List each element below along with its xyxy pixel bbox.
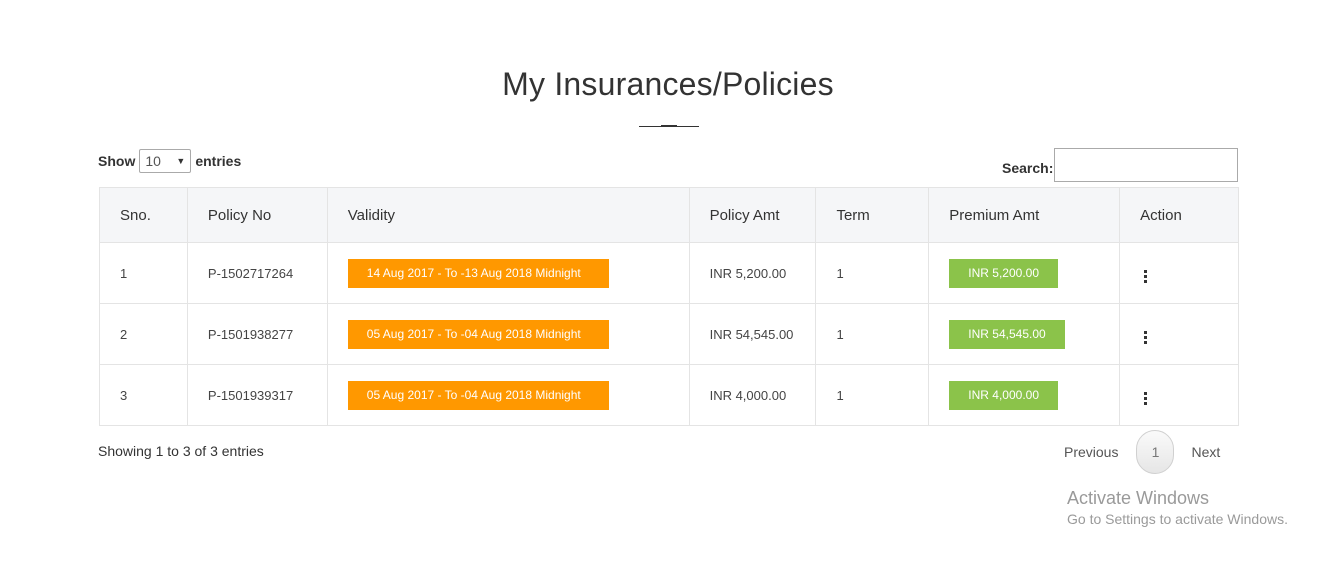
next-page-button[interactable]: Next — [1191, 444, 1220, 460]
page-title: My Insurances/Policies — [502, 66, 834, 102]
page-1-button[interactable]: 1 — [1136, 430, 1175, 474]
search-control: Search: — [1002, 148, 1239, 182]
previous-page-button[interactable]: Previous — [1064, 444, 1118, 460]
header-policy-amt[interactable]: Policy Amt — [688, 187, 817, 243]
header-term[interactable]: Term — [815, 187, 930, 243]
cell-term: 1 — [815, 303, 930, 365]
cell-validity: 05 Aug 2017 - To -04 Aug 2018 Midnight — [326, 303, 690, 365]
cell-policy-no: P-1501939317 — [186, 364, 328, 426]
cell-term: 1 — [815, 364, 930, 426]
table-header-row: Sno. Policy No Validity Policy Amt Term … — [99, 187, 1239, 243]
watermark-title: Activate Windows — [1067, 488, 1210, 508]
entries-per-page-select[interactable]: 10 ▼ — [139, 149, 192, 173]
kebab-menu-icon[interactable] — [1142, 268, 1149, 285]
header-sno[interactable]: Sno. — [99, 187, 188, 243]
cell-premium-amt: INR 54,545.00 — [928, 303, 1121, 365]
premium-badge: INR 54,545.00 — [949, 319, 1065, 349]
cell-policy-amt: INR 4,000.00 — [688, 364, 817, 426]
search-label: Search: — [1002, 160, 1054, 176]
activate-windows-watermark: Activate Windows Go to Settings to activ… — [1067, 488, 1288, 527]
table-row: 2 P-1501938277 05 Aug 2017 - To -04 Aug … — [99, 303, 1239, 365]
cell-premium-amt: INR 4,000.00 — [928, 364, 1121, 426]
table-row: 3 P-1501939317 05 Aug 2017 - To -04 Aug … — [99, 364, 1239, 426]
cell-action — [1119, 364, 1239, 426]
cell-action — [1119, 303, 1239, 365]
chevron-down-icon: ▼ — [176, 156, 186, 166]
watermark-subtitle: Go to Settings to activate Windows. — [1067, 511, 1288, 527]
cell-premium-amt: INR 5,200.00 — [928, 242, 1121, 304]
cell-validity: 05 Aug 2017 - To -04 Aug 2018 Midnight — [326, 364, 690, 426]
cell-policy-no: P-1501938277 — [186, 303, 328, 365]
cell-sno: 3 — [99, 364, 188, 426]
length-control: Show 10 ▼ entries — [98, 149, 241, 173]
validity-badge: 14 Aug 2017 - To -13 Aug 2018 Midnight — [347, 258, 609, 288]
validity-badge: 05 Aug 2017 - To -04 Aug 2018 Midnight — [347, 319, 609, 349]
cell-policy-no: P-1502717264 — [186, 242, 328, 304]
premium-badge: INR 5,200.00 — [949, 258, 1059, 288]
header-validity[interactable]: Validity — [326, 187, 690, 243]
cell-sno: 1 — [99, 242, 188, 304]
entries-per-page-value: 10 — [145, 153, 161, 169]
cell-action — [1119, 242, 1239, 304]
header-premium-amt[interactable]: Premium Amt — [928, 187, 1121, 243]
show-label: Show — [98, 153, 136, 169]
entries-label: entries — [195, 153, 242, 169]
validity-badge: 05 Aug 2017 - To -04 Aug 2018 Midnight — [347, 380, 609, 410]
search-input[interactable] — [1054, 148, 1239, 182]
cell-policy-amt: INR 5,200.00 — [688, 242, 817, 304]
pagination: Previous 1 Next — [1064, 430, 1220, 474]
table-row: 1 P-1502717264 14 Aug 2017 - To -13 Aug … — [99, 242, 1239, 304]
table-info: Showing 1 to 3 of 3 entries — [98, 443, 264, 459]
policies-table: Sno. Policy No Validity Policy Amt Term … — [99, 187, 1239, 426]
premium-badge: INR 4,000.00 — [949, 380, 1059, 410]
cell-validity: 14 Aug 2017 - To -13 Aug 2018 Midnight — [326, 242, 690, 304]
kebab-menu-icon[interactable] — [1142, 329, 1149, 346]
header-policy-no[interactable]: Policy No — [186, 187, 328, 243]
cell-sno: 2 — [99, 303, 188, 365]
cell-term: 1 — [815, 242, 930, 304]
title-divider — [639, 125, 699, 128]
header-action: Action — [1119, 187, 1239, 243]
cell-policy-amt: INR 54,545.00 — [688, 303, 817, 365]
kebab-menu-icon[interactable] — [1142, 390, 1149, 407]
